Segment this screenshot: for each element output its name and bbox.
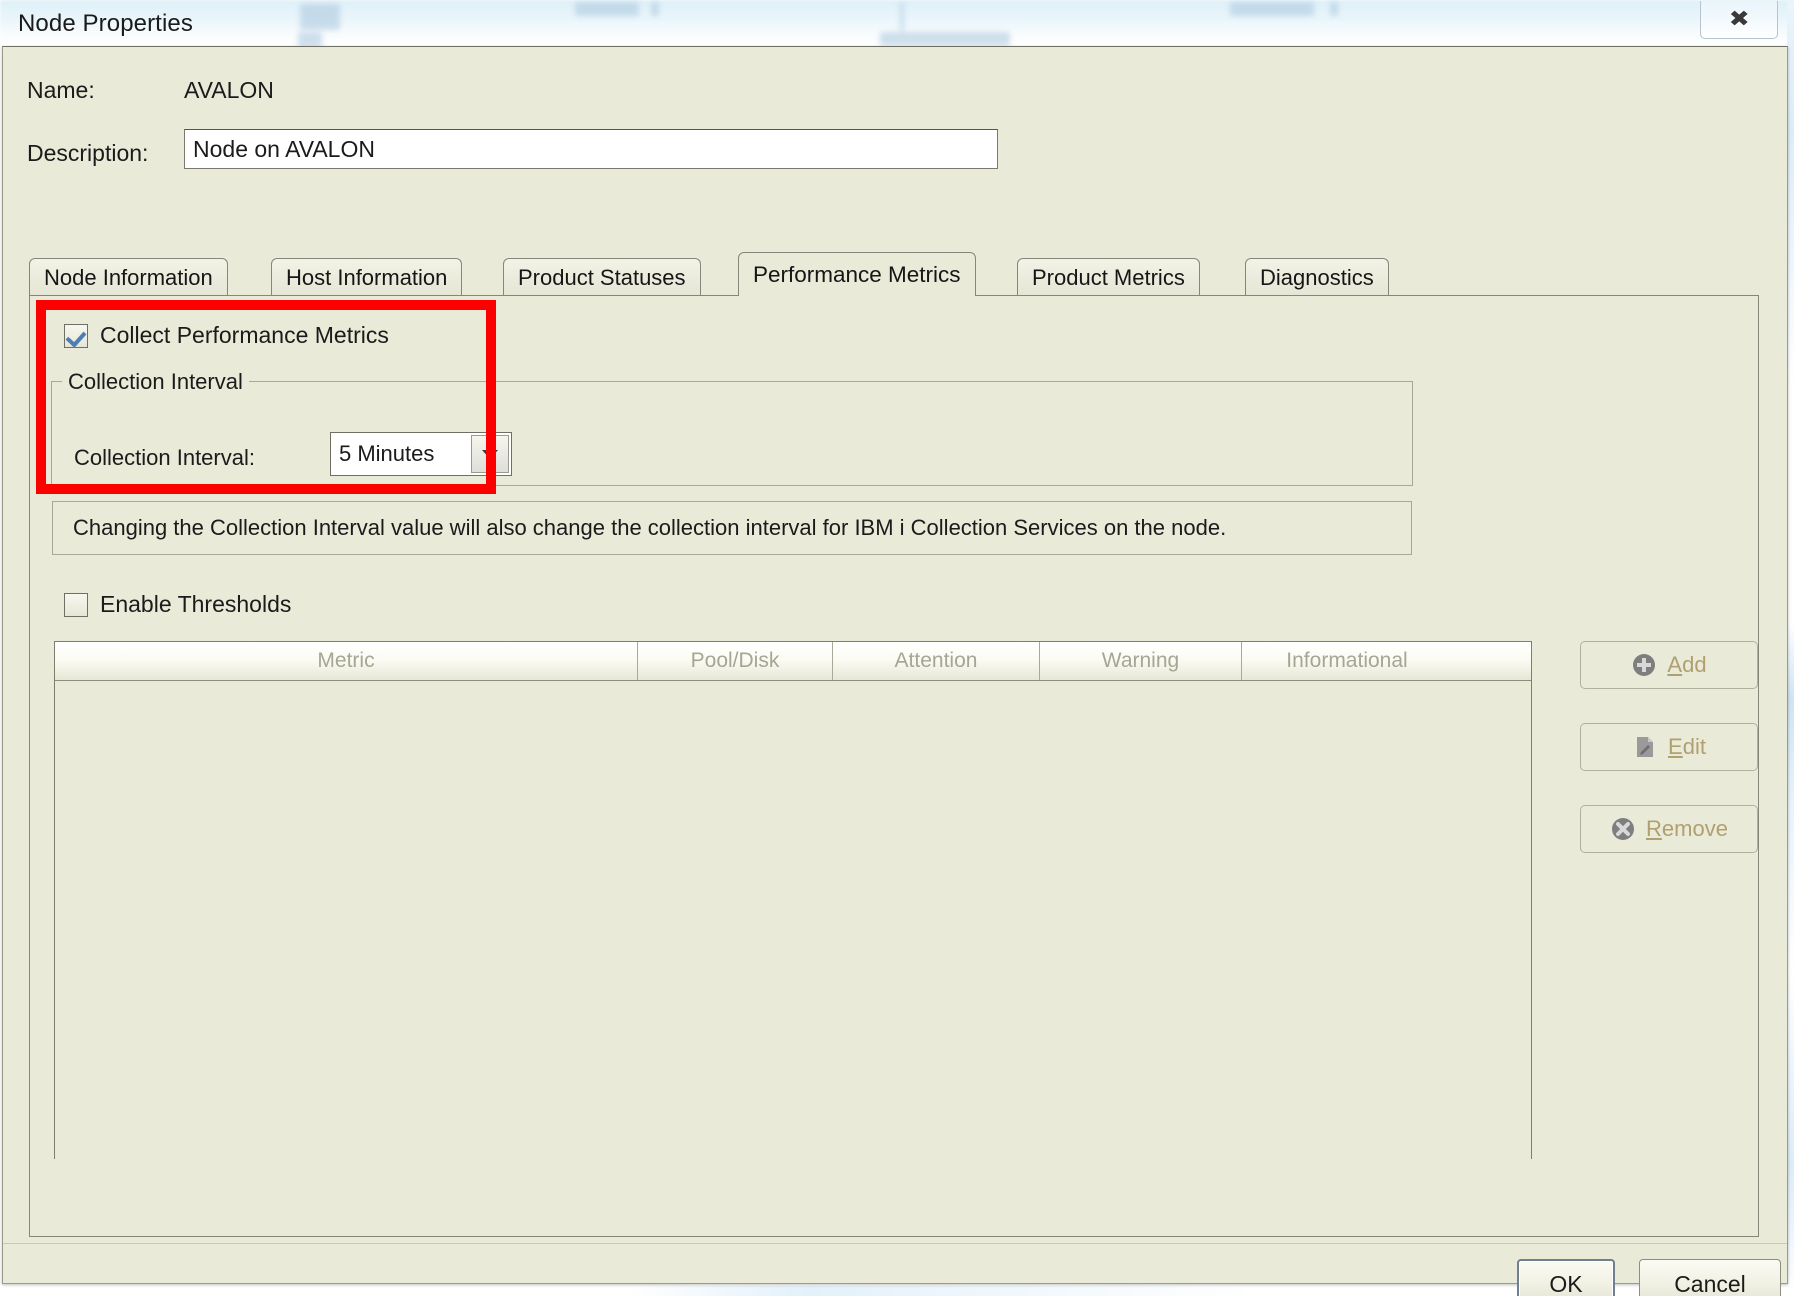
tab-strip: Node Information Host Information Produc… bbox=[29, 252, 1759, 296]
collect-performance-metrics-row[interactable]: Collect Performance Metrics bbox=[64, 322, 389, 349]
tab-label: Product Statuses bbox=[518, 264, 686, 290]
column-header-warning[interactable]: Warning bbox=[1040, 642, 1242, 680]
collection-interval-info: Changing the Collection Interval value w… bbox=[52, 501, 1412, 555]
edit-document-icon bbox=[1632, 734, 1658, 760]
remove-circle-icon bbox=[1610, 816, 1636, 842]
close-icon[interactable]: ✖ bbox=[1700, 1, 1778, 39]
remove-button[interactable]: Remove bbox=[1580, 805, 1758, 853]
tab-label: Node Information bbox=[44, 264, 213, 290]
thresholds-table-body[interactable] bbox=[55, 681, 1531, 1159]
name-value: AVALON bbox=[184, 77, 274, 103]
name-label: Name: bbox=[27, 77, 95, 103]
enable-thresholds-checkbox[interactable] bbox=[64, 592, 88, 617]
collection-interval-group-title: Collection Interval bbox=[62, 369, 249, 395]
tab-label: Performance Metrics bbox=[753, 261, 961, 287]
add-button-label: Add bbox=[1667, 652, 1707, 677]
column-header-attention[interactable]: Attention bbox=[833, 642, 1040, 680]
edit-button[interactable]: Edit bbox=[1580, 723, 1758, 771]
enable-thresholds-row[interactable]: Enable Thresholds bbox=[64, 591, 291, 618]
tab-product-metrics[interactable]: Product Metrics bbox=[1017, 258, 1200, 296]
column-header-informational[interactable]: Informational bbox=[1242, 642, 1452, 680]
ok-button-label: OK bbox=[1549, 1270, 1583, 1296]
desktop-background: Node Properties ✖ Name: AVALON Descripti… bbox=[0, 0, 1794, 1296]
tab-diagnostics[interactable]: Diagnostics bbox=[1245, 258, 1389, 296]
close-glyph: ✖ bbox=[1728, 7, 1750, 32]
description-label: Description: bbox=[27, 140, 149, 166]
column-header-metric[interactable]: Metric bbox=[55, 642, 638, 680]
node-properties-dialog: Node Properties ✖ Name: AVALON Descripti… bbox=[0, 0, 1794, 1296]
performance-metrics-panel: Collect Performance Metrics Collection I… bbox=[29, 295, 1759, 1237]
cancel-button[interactable]: Cancel bbox=[1639, 1259, 1781, 1296]
thresholds-table[interactable]: Metric Pool/Disk Attention Warning Infor… bbox=[54, 641, 1532, 1159]
enable-thresholds-label: Enable Thresholds bbox=[100, 591, 292, 617]
footer-separator bbox=[3, 1243, 1787, 1244]
dialog-title: Node Properties bbox=[18, 10, 193, 37]
collection-interval-value: 5 Minutes bbox=[339, 441, 435, 466]
dialog-body: Name: AVALON Description: Node on AVALON… bbox=[2, 46, 1788, 1296]
edit-button-label: Edit bbox=[1668, 734, 1706, 759]
tab-product-statuses[interactable]: Product Statuses bbox=[503, 258, 701, 296]
collection-interval-select[interactable]: 5 Minutes bbox=[330, 432, 512, 476]
column-header-pool-disk[interactable]: Pool/Disk bbox=[638, 642, 833, 680]
cancel-button-label: Cancel bbox=[1674, 1270, 1746, 1296]
chevron-down-icon[interactable] bbox=[471, 435, 509, 473]
ok-button[interactable]: OK bbox=[1517, 1259, 1615, 1296]
thresholds-table-header: Metric Pool/Disk Attention Warning Infor… bbox=[55, 642, 1531, 681]
collection-interval-group bbox=[51, 381, 1413, 486]
plus-circle-icon bbox=[1631, 652, 1657, 678]
tab-label: Product Metrics bbox=[1032, 264, 1185, 290]
tab-host-information[interactable]: Host Information bbox=[271, 258, 463, 296]
remove-button-label: Remove bbox=[1646, 816, 1728, 841]
dialog-titlebar: Node Properties ✖ bbox=[0, 0, 1794, 46]
tab-label: Host Information bbox=[286, 264, 448, 290]
collect-performance-metrics-checkbox[interactable] bbox=[64, 323, 88, 348]
tab-performance-metrics[interactable]: Performance Metrics bbox=[738, 252, 976, 296]
tab-node-information[interactable]: Node Information bbox=[29, 258, 228, 296]
collect-performance-metrics-label: Collect Performance Metrics bbox=[100, 322, 389, 348]
description-input[interactable]: Node on AVALON bbox=[184, 129, 998, 169]
collection-interval-label: Collection Interval: bbox=[74, 445, 255, 470]
tab-label: Diagnostics bbox=[1260, 264, 1374, 290]
add-button[interactable]: Add bbox=[1580, 641, 1758, 689]
